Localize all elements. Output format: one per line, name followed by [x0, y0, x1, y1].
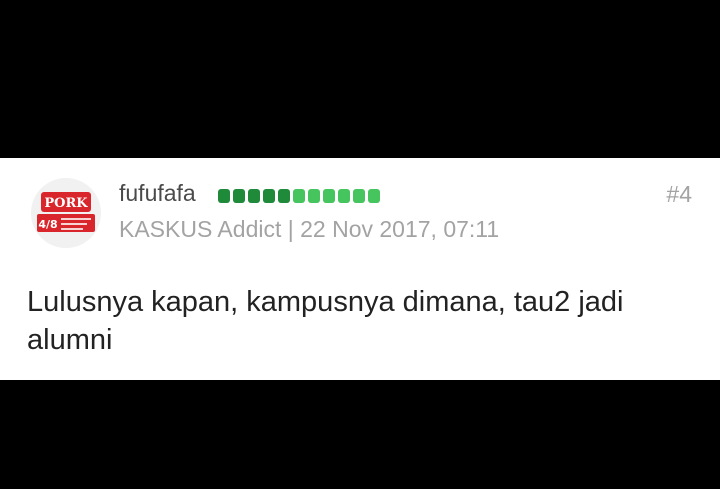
reputation-dot — [278, 189, 290, 203]
post-username[interactable]: fufufafa — [119, 180, 196, 207]
post-number-link[interactable]: #4 — [666, 181, 692, 208]
avatar-image: PORK 4/8 — [31, 178, 101, 248]
screenshot-frame: PORK 4/8 fufufafa #4 KASKUS Addict | 22 … — [0, 0, 720, 489]
user-avatar[interactable]: PORK 4/8 — [31, 178, 101, 248]
reputation-dot — [323, 189, 335, 203]
reputation-dot — [218, 189, 230, 203]
reputation-bar — [218, 189, 380, 204]
post-meta: KASKUS Addict | 22 Nov 2017, 07:11 — [119, 216, 499, 243]
reputation-dot — [248, 189, 260, 203]
reputation-dot — [263, 189, 275, 203]
user-rank: KASKUS Addict — [119, 216, 282, 242]
reputation-dot — [353, 189, 365, 203]
reputation-dot — [233, 189, 245, 203]
meta-separator: | — [287, 216, 294, 242]
reputation-dot — [338, 189, 350, 203]
post-content: Lulusnya kapan, kampusnya dimana, tau2 j… — [27, 286, 624, 356]
reputation-dot — [368, 189, 380, 203]
avatar-logo-text: PORK — [44, 196, 88, 211]
forum-post-card: PORK 4/8 fufufafa #4 KASKUS Addict | 22 … — [0, 158, 720, 380]
avatar-badge-text: 4/8 — [38, 218, 57, 231]
reputation-dot — [293, 189, 305, 203]
reputation-dot — [308, 189, 320, 203]
post-timestamp: 22 Nov 2017, 07:11 — [300, 216, 500, 242]
